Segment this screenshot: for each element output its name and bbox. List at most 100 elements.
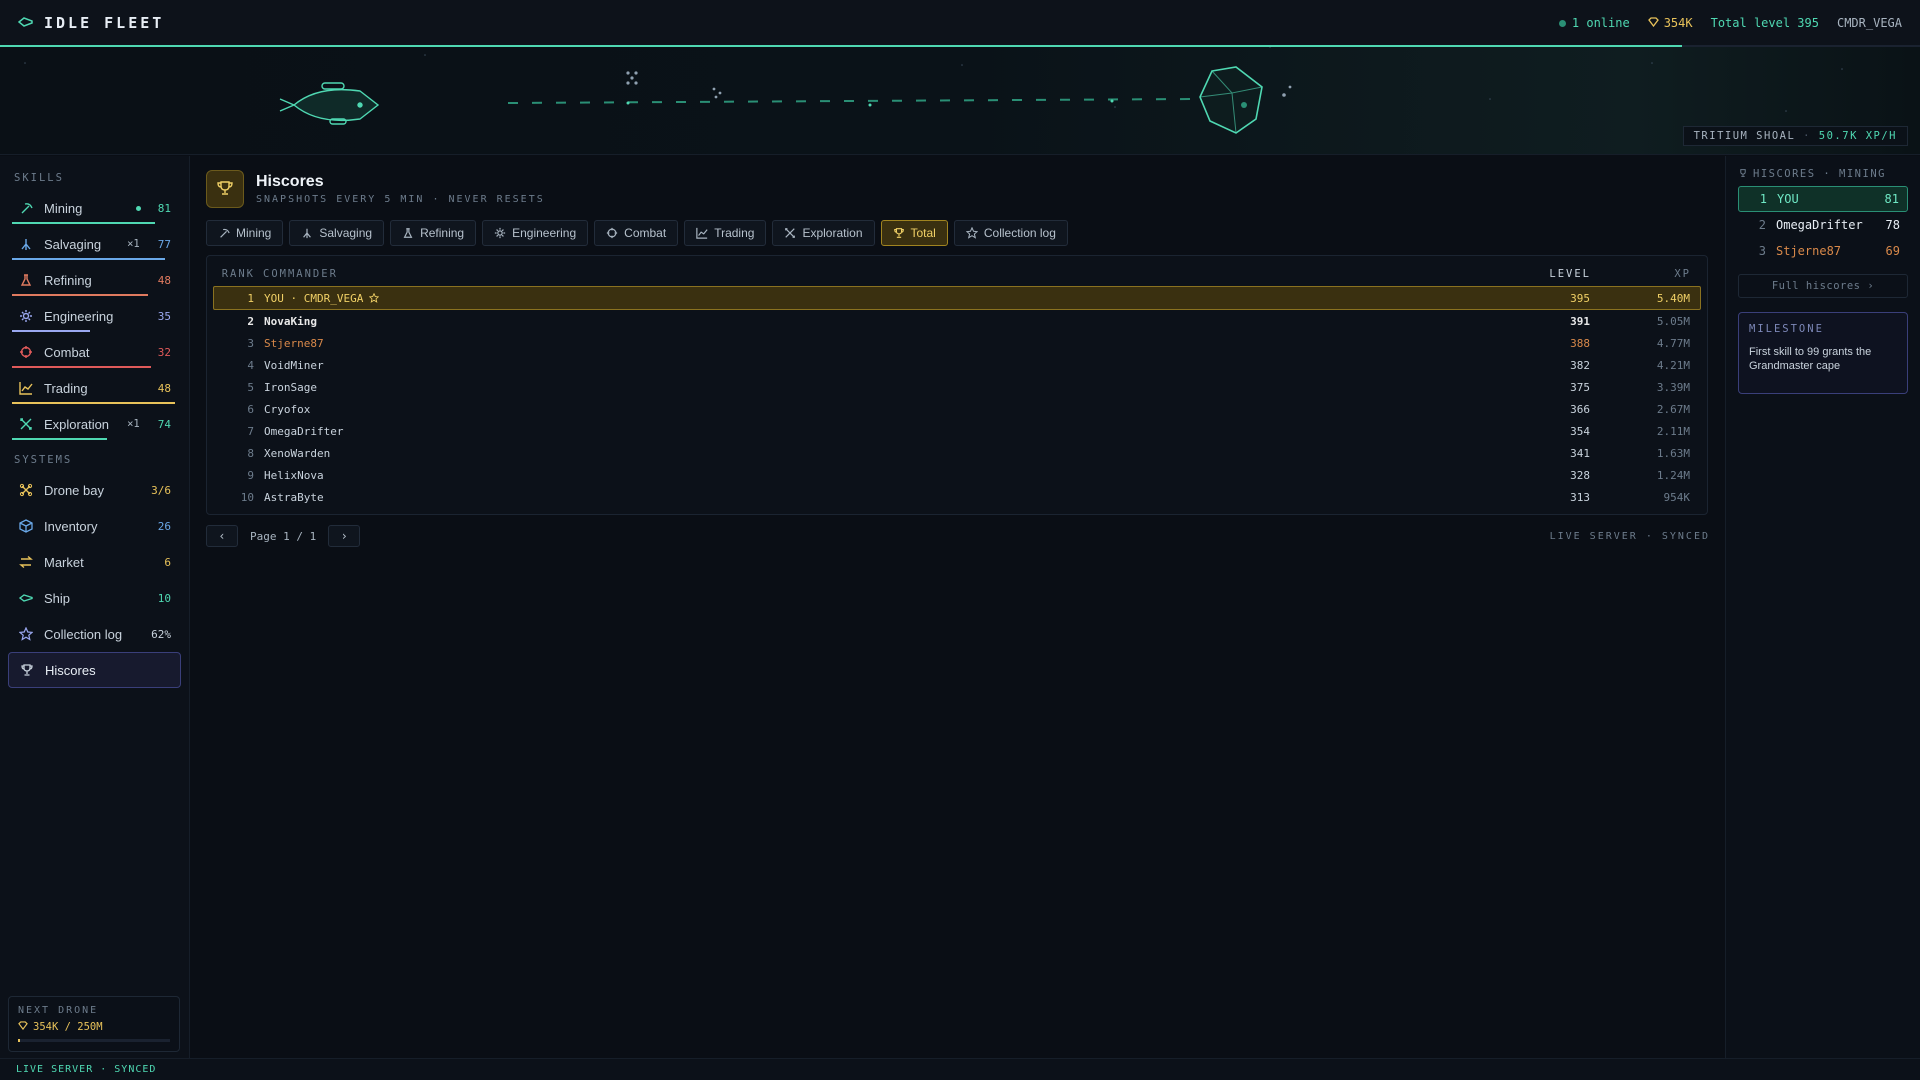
- row-level: 375: [1570, 380, 1590, 394]
- tab-exploration[interactable]: Exploration: [772, 220, 875, 246]
- table-row[interactable]: 8 XenoWarden 341 1.63M: [213, 442, 1701, 464]
- row-level: 313: [1570, 490, 1590, 504]
- table-row[interactable]: 4 VoidMiner 382 4.21M: [213, 354, 1701, 376]
- tab-engineering[interactable]: Engineering: [482, 220, 589, 246]
- tab-trading[interactable]: Trading: [684, 220, 767, 246]
- sidebar: SKILLS Mining 81 Salvaging ×1 77 Refining 48 En…: [0, 156, 190, 1058]
- row-xp: 5.05M: [1656, 314, 1690, 328]
- skill-level: 48: [157, 273, 171, 287]
- col-rank[interactable]: RANK: [213, 268, 263, 280]
- footer-status-bar: LIVE SERVER · SYNCED: [0, 1058, 1920, 1080]
- tab-label: Exploration: [802, 226, 863, 240]
- row-level: 395: [1570, 291, 1590, 305]
- row-xp: 4.77M: [1656, 336, 1690, 350]
- hiscores-table: RANK COMMANDER LEVEL XP 1 YOU · CMDR_VEGA…: [206, 255, 1708, 515]
- brand[interactable]: IDLE FLEET: [17, 14, 164, 32]
- tab-total[interactable]: Total: [880, 220, 948, 246]
- row-commander: AstraByte: [264, 491, 1470, 504]
- col-level[interactable]: LEVEL: [1471, 268, 1591, 280]
- full-hiscores-link[interactable]: Full hiscores ›: [1738, 274, 1908, 298]
- table-row[interactable]: 3 Stjerne87 388 4.77M: [213, 332, 1701, 354]
- row-commander: Cryofox: [264, 403, 1470, 416]
- tab-refining[interactable]: Refining: [390, 220, 477, 246]
- skill-level: 48: [157, 381, 171, 395]
- system-item-drone-bay[interactable]: Drone bay 3/6: [8, 472, 181, 508]
- page-trophy-badge: [206, 170, 244, 208]
- tab-label: Salvaging: [319, 226, 373, 240]
- gear-icon: [494, 227, 506, 239]
- table-row[interactable]: 7 OmegaDrifter 354 2.11M: [213, 420, 1701, 442]
- mini-level: 78: [1885, 218, 1900, 232]
- row-level: 366: [1570, 402, 1590, 416]
- mini-row[interactable]: 3 Stjerne87 69: [1738, 238, 1908, 264]
- next-page-button[interactable]: ›: [328, 525, 361, 547]
- system-count: 3/6: [151, 483, 171, 497]
- tab-combat[interactable]: Combat: [594, 220, 679, 246]
- skill-progress-bar: [12, 330, 91, 332]
- commander-name[interactable]: CMDR_VEGA: [1837, 16, 1902, 30]
- col-xp[interactable]: XP: [1591, 268, 1691, 280]
- next-drone-card: NEXT DRONE 354K / 250M: [8, 996, 180, 1052]
- server-status: LIVE SERVER · SYNCED: [1549, 530, 1710, 542]
- col-commander[interactable]: COMMANDER: [263, 268, 1471, 280]
- prev-page-button[interactable]: ‹: [206, 525, 238, 547]
- row-rank: 4: [247, 358, 254, 372]
- mini-row-self[interactable]: 1 YOU 81: [1738, 186, 1908, 212]
- row-rank: 5: [247, 380, 254, 394]
- skill-boost-badge: ×1: [127, 418, 140, 430]
- system-item-collection-log[interactable]: Collection log 62%: [8, 616, 181, 652]
- table-row[interactable]: 2 NovaKing 391 5.05M: [213, 310, 1701, 332]
- commander-name: OmegaDrifter: [264, 424, 344, 438]
- tab-label: Mining: [236, 226, 272, 240]
- skill-item-salvaging[interactable]: Salvaging ×1 77: [8, 226, 181, 262]
- tab-label: Total: [910, 226, 936, 240]
- system-item-ship[interactable]: Ship 10: [8, 580, 181, 616]
- claw-icon: [301, 227, 313, 239]
- trophy-icon: [216, 179, 234, 200]
- next-drone-progress-fill: [18, 1039, 20, 1042]
- row-commander: YOU · CMDR_VEGA: [264, 292, 1470, 305]
- tab-collection-log[interactable]: Collection log: [953, 220, 1068, 246]
- credits-value: 354K: [1663, 16, 1693, 30]
- flask-icon: [402, 227, 414, 239]
- commander-name: IronSage: [264, 380, 317, 394]
- table-row[interactable]: 5 IronSage 375 3.39M: [213, 376, 1701, 398]
- skill-item-refining[interactable]: Refining 48: [8, 262, 181, 298]
- tab-salvaging[interactable]: Salvaging: [289, 220, 385, 246]
- row-xp: 1.63M: [1656, 446, 1690, 460]
- skill-item-combat[interactable]: Combat 32: [8, 334, 181, 370]
- credits-gem-icon: [18, 1021, 28, 1033]
- commander-name: AstraByte: [264, 490, 324, 504]
- top-bar: IDLE FLEET 1 online 354K Total level 395…: [0, 0, 1920, 46]
- system-item-inventory[interactable]: Inventory 26: [8, 508, 181, 544]
- commander-name: VoidMiner: [264, 358, 324, 372]
- trend-icon: [18, 380, 34, 396]
- skill-item-exploration[interactable]: Exploration ×1 74: [8, 406, 181, 442]
- skill-item-engineering[interactable]: Engineering 35: [8, 298, 181, 334]
- system-item-hiscores[interactable]: Hiscores: [8, 652, 181, 688]
- skill-item-trading[interactable]: Trading 48: [8, 370, 181, 406]
- skill-item-mining[interactable]: Mining 81: [8, 190, 181, 226]
- player-ship-icon: [279, 82, 380, 125]
- zone-xp-rate: 50.7K XP/H: [1818, 130, 1897, 142]
- tab-mining[interactable]: Mining: [206, 220, 284, 246]
- system-label: Hiscores: [45, 662, 96, 678]
- systems-list: Drone bay 3/6 Inventory 26 Market 6 Ship 10 Coll…: [0, 472, 189, 688]
- next-drone-value: 354K / 250M: [33, 1021, 103, 1033]
- mini-row[interactable]: 2 OmegaDrifter 78: [1738, 212, 1908, 238]
- zone-name: TRITIUM SHOAL: [1693, 130, 1796, 142]
- system-count: 62%: [151, 627, 171, 641]
- system-item-market[interactable]: Market 6: [8, 544, 181, 580]
- system-label: Drone bay: [44, 482, 104, 498]
- table-row-self[interactable]: 1 YOU · CMDR_VEGA 395 5.40M: [213, 286, 1701, 310]
- pickaxe-icon: [18, 200, 34, 216]
- table-row[interactable]: 6 Cryofox 366 2.67M: [213, 398, 1701, 420]
- next-drone-value-row: 354K / 250M: [18, 1021, 170, 1033]
- mini-rank: 2: [1758, 218, 1766, 232]
- mini-name: Stjerne87: [1776, 244, 1842, 258]
- table-body: 1 YOU · CMDR_VEGA 395 5.40M 2 NovaKing 391 5.05…: [213, 286, 1701, 508]
- page-title: Hiscores: [256, 173, 324, 190]
- row-rank: 3: [247, 336, 254, 350]
- table-row[interactable]: 10 AstraByte 313 954K: [213, 486, 1701, 508]
- table-row[interactable]: 9 HelixNova 328 1.24M: [213, 464, 1701, 486]
